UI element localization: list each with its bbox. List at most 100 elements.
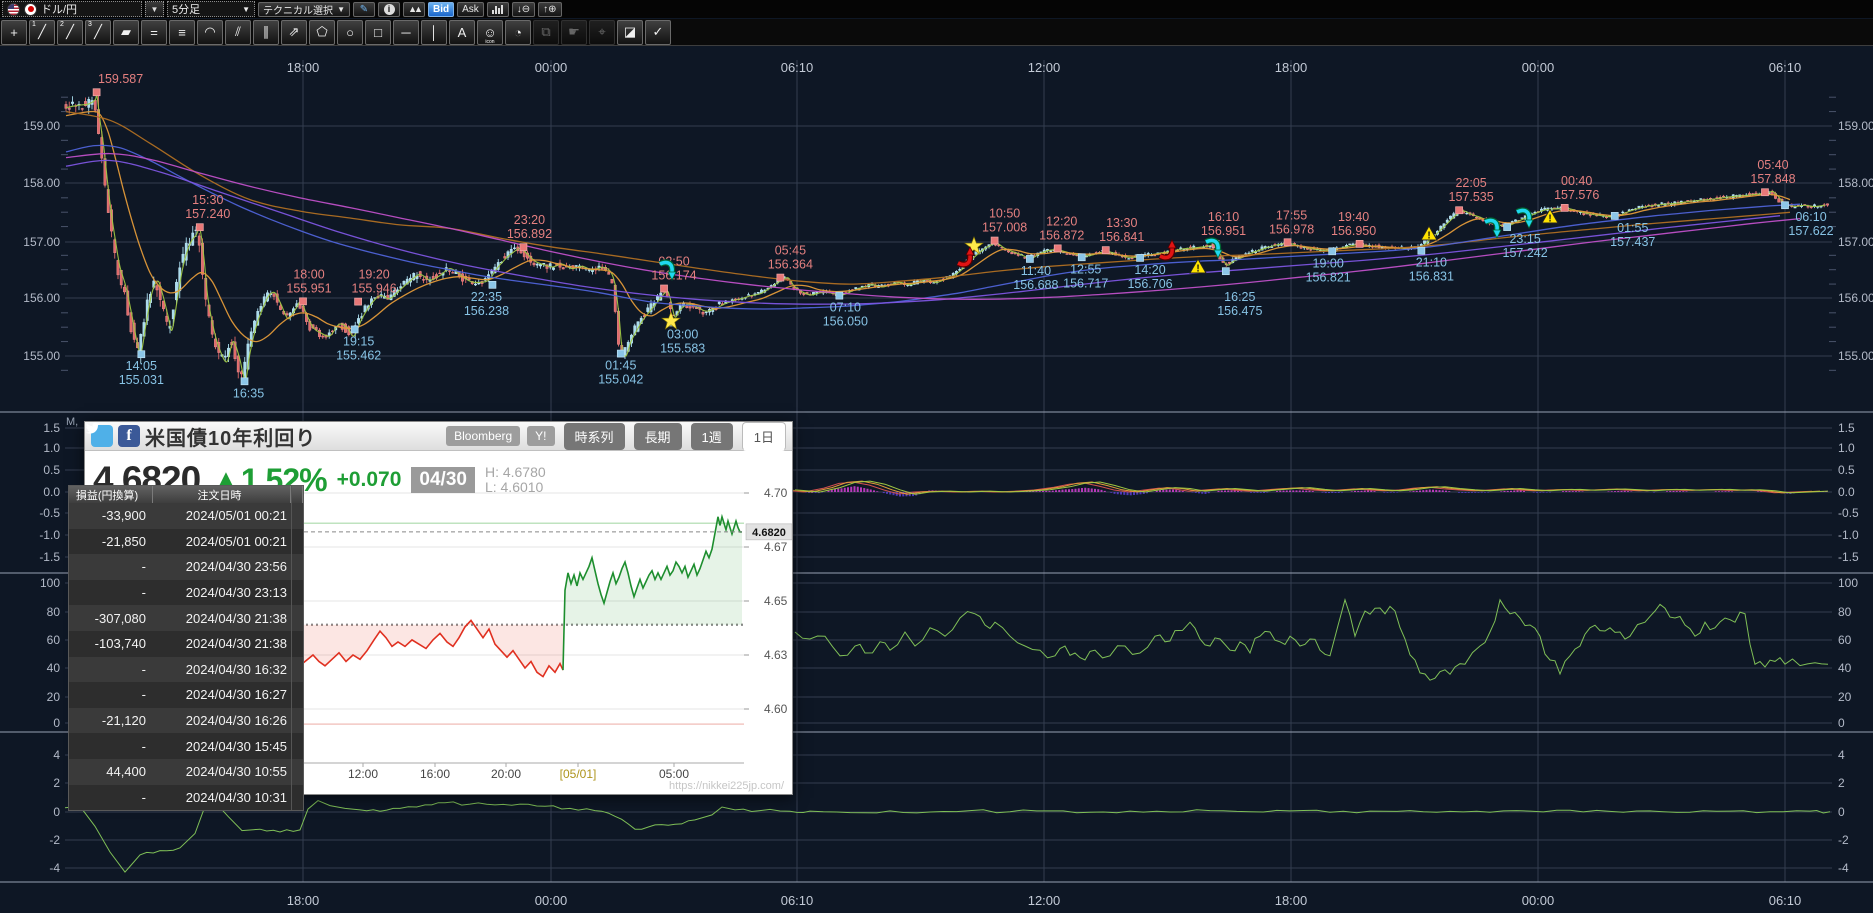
technical-select-button[interactable]: テクニカル選択▼ — [258, 2, 350, 17]
tab-1week[interactable]: 1週 — [691, 423, 733, 450]
tab-1day[interactable]: 1日 — [742, 422, 786, 451]
trade-annotation-sell: 17:55156.978 — [1269, 208, 1314, 246]
svg-text:1.0: 1.0 — [1838, 441, 1855, 455]
zoom-in-button[interactable]: ↑⊕ — [538, 2, 561, 17]
svg-text:12:55: 12:55 — [1070, 262, 1101, 276]
svg-text:157.576: 157.576 — [1554, 188, 1599, 202]
symbol-label: ドル/円 — [41, 1, 77, 17]
svg-text:0.0: 0.0 — [43, 485, 60, 499]
svg-text:156.841: 156.841 — [1099, 230, 1144, 244]
svg-text:80: 80 — [47, 605, 61, 619]
warning-marker-icon: ! — [1421, 226, 1437, 242]
svg-text:22:05: 22:05 — [1455, 176, 1486, 190]
fibo-fan-icon[interactable]: ⫽ — [225, 20, 251, 45]
order-row[interactable]: -2024/04/30 10:31 — [69, 785, 303, 811]
yield-change: +0.070 — [337, 468, 402, 492]
svg-text:4.63: 4.63 — [764, 648, 788, 662]
svg-text:155.00: 155.00 — [23, 349, 60, 363]
rectangle-icon[interactable]: □ — [365, 20, 391, 45]
symbol-select[interactable]: ドル/円 — [2, 1, 142, 17]
order-row[interactable]: -21,1202024/04/30 16:26 — [69, 708, 303, 734]
svg-text:156.831: 156.831 — [1409, 270, 1454, 284]
popup-title: 米国債10年利回り — [145, 422, 316, 451]
order-row[interactable]: -2024/04/30 15:45 — [69, 733, 303, 759]
svg-text:4: 4 — [53, 748, 60, 762]
svg-text:100: 100 — [1838, 576, 1858, 590]
zoom-out-button[interactable]: ↓⊖ — [512, 2, 535, 17]
stamp-icon[interactable]: ☺icon — [477, 20, 503, 45]
volume-bars-icon — [492, 5, 503, 14]
ma-line-orange — [66, 111, 1790, 341]
arrow-fan-icon[interactable]: ⇗ — [281, 20, 307, 45]
order-row[interactable]: 44,4002024/04/30 10:55 — [69, 759, 303, 785]
order-row[interactable]: -21,8502024/05/01 00:21 — [69, 529, 303, 555]
order-row[interactable]: -2024/04/30 16:27 — [69, 682, 303, 708]
arrow-cyan-marker-icon — [1485, 220, 1501, 238]
twitter-bird-icon — [85, 422, 100, 435]
trendline3-icon[interactable]: ╱3 — [85, 20, 111, 45]
svg-text:14:05: 14:05 — [126, 359, 157, 373]
svg-text:06:10: 06:10 — [781, 60, 814, 75]
circle-icon[interactable]: ○ — [337, 20, 363, 45]
trendline2-icon[interactable]: ╱2 — [57, 20, 83, 45]
order-row[interactable]: -33,9002024/05/01 00:21 — [69, 503, 303, 529]
timeframe-select[interactable]: 5分足▼ — [167, 1, 255, 17]
svg-text:00:00: 00:00 — [535, 60, 568, 75]
trendline1-icon[interactable]: ╱1 — [29, 20, 55, 45]
eraser-icon[interactable]: ◪ — [617, 20, 643, 45]
crosshair-icon[interactable]: + — [1, 20, 27, 45]
multi-hline-icon[interactable]: ≡ — [169, 20, 195, 45]
draw-pencil-button[interactable]: ✎ — [353, 2, 375, 17]
svg-text:2: 2 — [1838, 776, 1845, 790]
svg-text:156.688: 156.688 — [1013, 278, 1058, 292]
trade-annotation-buy: 11:40156.688 — [1013, 255, 1058, 292]
vertical-lines-icon[interactable]: ∥ — [253, 20, 279, 45]
svg-text:-4: -4 — [49, 861, 60, 875]
chart-type-button[interactable]: ▲▲ — [403, 2, 425, 17]
svg-text:155.00: 155.00 — [1838, 349, 1873, 363]
symbol-dropdown-button[interactable]: ▼ — [145, 1, 164, 17]
settings-icon[interactable]: ✓ — [645, 20, 671, 45]
volume-button[interactable] — [487, 2, 509, 17]
svg-text:12:20: 12:20 — [1046, 214, 1077, 228]
fibo-arc-icon[interactable]: ◠ — [197, 20, 223, 45]
tab-longterm[interactable]: 長期 — [634, 423, 682, 450]
text-icon[interactable]: A — [449, 20, 475, 45]
twitter-share-button[interactable] — [91, 425, 113, 447]
watermark-link[interactable]: https://nikkei225jp.com/ — [669, 780, 784, 792]
yahoo-link-button[interactable]: Y! — [527, 426, 554, 446]
svg-text:M,: M, — [66, 416, 78, 428]
vline-icon[interactable]: │ — [421, 20, 447, 45]
ruler-icon[interactable]: ▰ — [113, 20, 139, 45]
info-button[interactable]: i — [378, 2, 400, 17]
ask-button[interactable]: Ask — [457, 2, 484, 17]
pentagon-icon[interactable]: ⬠ — [309, 20, 335, 45]
tab-timeseries[interactable]: 時系列 — [564, 423, 625, 450]
svg-text:-1.5: -1.5 — [39, 550, 60, 564]
copy-icon: ⧉ — [533, 20, 559, 45]
time-marker-icon[interactable]: ◔ — [505, 20, 531, 45]
svg-text:156.978: 156.978 — [1269, 222, 1314, 236]
us-flag-icon — [7, 3, 20, 16]
svg-text:05:45: 05:45 — [775, 244, 806, 258]
svg-text:16:25: 16:25 — [1224, 290, 1255, 304]
order-row[interactable]: -2024/04/30 23:13 — [69, 580, 303, 606]
svg-text:-4: -4 — [1838, 861, 1849, 875]
facebook-share-button[interactable]: f — [118, 425, 140, 447]
order-row[interactable]: -103,7402024/04/30 21:38 — [69, 631, 303, 657]
svg-text:23:20: 23:20 — [514, 213, 545, 227]
trade-annotation-buy: 19:15155.462 — [336, 326, 381, 363]
svg-text:21:10: 21:10 — [1416, 256, 1447, 270]
date-badge: 04/30 — [411, 467, 475, 493]
bid-button[interactable]: Bid — [428, 2, 454, 17]
bloomberg-link-button[interactable]: Bloomberg — [446, 426, 520, 446]
parallel-lines-icon[interactable]: = — [141, 20, 167, 45]
svg-text:156.364: 156.364 — [768, 258, 813, 272]
order-row[interactable]: -2024/04/30 23:56 — [69, 554, 303, 580]
svg-text:-1.0: -1.0 — [39, 528, 60, 542]
order-row[interactable]: -307,0802024/04/30 21:38 — [69, 605, 303, 631]
drawing-toolbar: +╱1╱2╱3▰=≡◠⫽∥⇗⬠○□─│A☺icon◔⧉☛⌖◪✓ — [0, 19, 1873, 46]
order-row[interactable]: -2024/04/30 16:32 — [69, 657, 303, 683]
order-history-table[interactable]: 損益(円換算)注文日時-33,9002024/05/01 00:21-21,85… — [68, 485, 304, 811]
hline-icon[interactable]: ─ — [393, 20, 419, 45]
